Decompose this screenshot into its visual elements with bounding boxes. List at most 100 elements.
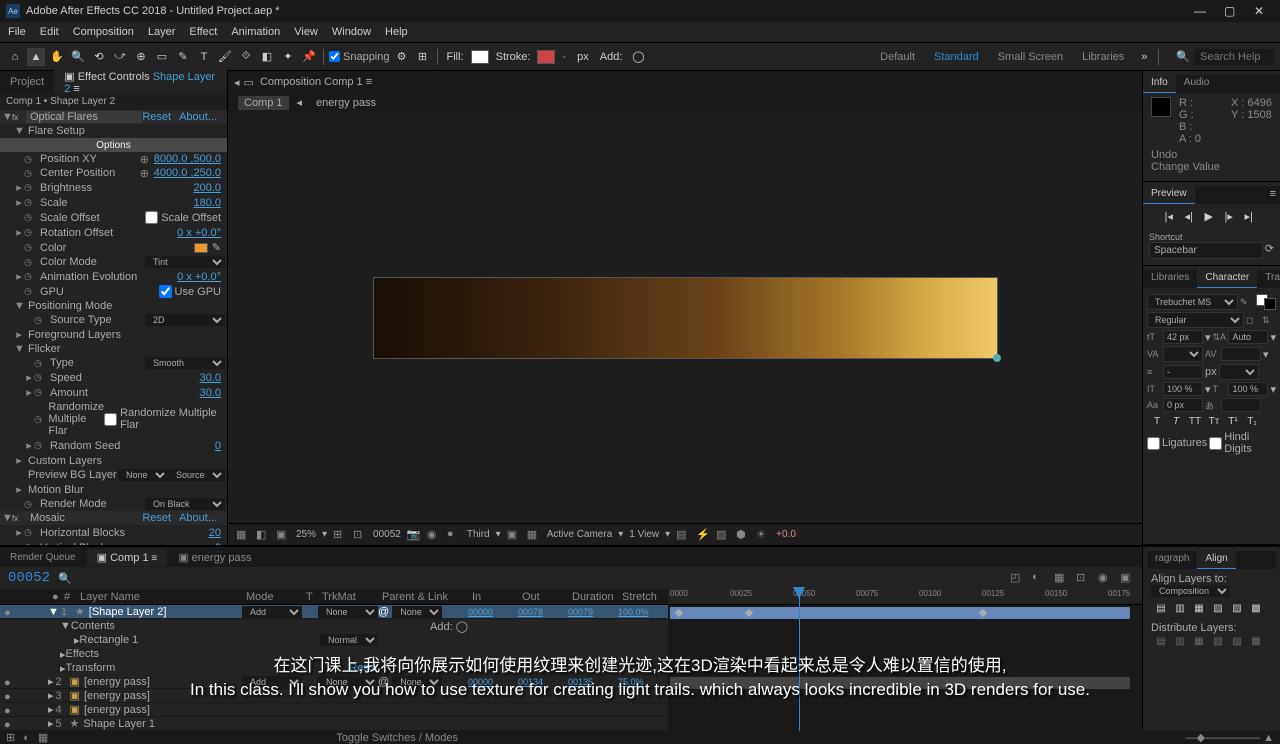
stopwatch-icon[interactable]: ◷ xyxy=(24,168,36,179)
paragraph-tab[interactable]: ragraph xyxy=(1147,551,1197,569)
rotation-offset-value[interactable]: 0 x +0.0° xyxy=(177,227,225,239)
workspace-smallscreen[interactable]: Small Screen xyxy=(990,49,1071,65)
use-gpu-checkbox[interactable] xyxy=(159,285,172,298)
twirl-icon[interactable]: ▸ xyxy=(14,226,24,239)
mask-icon[interactable]: ◧ xyxy=(256,528,270,542)
zoom-tool-icon[interactable]: 🔍 xyxy=(69,48,87,66)
twirl-icon[interactable]: ▸ xyxy=(14,328,24,341)
clone-tool-icon[interactable]: ⟐ xyxy=(237,48,255,66)
in-value[interactable]: 00000 xyxy=(468,607,518,617)
pen-tool-icon[interactable]: ✎ xyxy=(174,48,192,66)
toggle-switches-button[interactable]: Toggle Switches / Modes xyxy=(336,732,458,744)
alpha-icon[interactable]: ▣ xyxy=(276,528,290,542)
scale-value[interactable]: 180.0 xyxy=(193,197,225,209)
hand-tool-icon[interactable]: ✋ xyxy=(48,48,66,66)
font-size-input[interactable] xyxy=(1163,330,1203,344)
preview-tab[interactable]: Preview xyxy=(1143,186,1195,204)
maximize-button[interactable]: ▢ xyxy=(1224,4,1238,18)
workspace-standard[interactable]: Standard xyxy=(926,49,987,65)
refresh-icon[interactable]: ⟳ xyxy=(1265,242,1274,259)
timecode-display[interactable]: 00052 xyxy=(373,529,401,540)
workspace-libraries[interactable]: Libraries xyxy=(1074,49,1132,65)
visibility-icon[interactable]: ● xyxy=(4,691,14,701)
dur-value[interactable]: 00079 xyxy=(568,607,618,617)
animation-evolution-value[interactable]: 0 x +0.0° xyxy=(177,271,225,283)
stopwatch-icon[interactable]: ◷ xyxy=(24,227,36,238)
font-family-select[interactable]: Trebuchet MS xyxy=(1147,294,1238,310)
add-menu-icon[interactable]: ◯ xyxy=(629,48,647,66)
stopwatch-icon[interactable]: ◷ xyxy=(24,257,36,268)
snap-expand-icon[interactable]: ⊞ xyxy=(414,48,432,66)
out-value[interactable]: 00078 xyxy=(518,607,568,617)
stopwatch-icon[interactable]: ◷ xyxy=(24,212,36,223)
stopwatch-icon[interactable]: ◷ xyxy=(34,372,46,383)
mag-icon[interactable]: ▦ xyxy=(236,528,250,542)
menu-animation[interactable]: Animation xyxy=(231,26,280,38)
orbit-tool-icon[interactable]: ⟲ xyxy=(90,48,108,66)
col-duration[interactable]: Duration xyxy=(568,591,618,603)
hindi-checkbox[interactable] xyxy=(1209,437,1222,450)
horizontal-blocks-value[interactable]: 20 xyxy=(209,527,225,539)
viewer[interactable] xyxy=(228,113,1142,523)
brush-tool-icon[interactable]: 🖌 xyxy=(216,48,234,66)
effect-mosaic[interactable]: Mosaic xyxy=(26,512,142,524)
stopwatch-icon[interactable]: ◷ xyxy=(34,440,46,451)
vertical-blocks-value[interactable]: 3 xyxy=(215,542,225,546)
smallcaps-icon[interactable]: Tᴛ xyxy=(1206,416,1222,427)
stopwatch-icon[interactable]: ◷ xyxy=(34,315,46,326)
anchor-tool-icon[interactable]: ⊕ xyxy=(132,48,150,66)
resolution-select[interactable]: Third xyxy=(467,529,490,540)
search-help-input[interactable] xyxy=(1194,49,1274,65)
audio-tab[interactable]: Audio xyxy=(1176,75,1218,93)
layer-name[interactable]: [Shape Layer 2] xyxy=(85,606,242,618)
stroke-width[interactable]: - xyxy=(562,51,566,63)
tl-icon[interactable]: ⊡ xyxy=(1076,571,1090,585)
menu-help[interactable]: Help xyxy=(385,26,408,38)
bottom-icon[interactable]: ⊞ xyxy=(6,731,15,744)
align-target-select[interactable]: Composition xyxy=(1151,585,1230,597)
project-tab[interactable]: Project xyxy=(0,73,54,91)
layer-name[interactable]: Shape Layer 1 xyxy=(79,718,668,730)
flicker-amount-value[interactable]: 30.0 xyxy=(200,387,225,399)
twirl-icon[interactable]: ▼ xyxy=(48,606,59,618)
transform-handle[interactable] xyxy=(993,354,1001,362)
twirl-icon[interactable]: ▼ xyxy=(14,300,24,312)
rectangle-tool-icon[interactable]: ▭ xyxy=(153,48,171,66)
region-icon[interactable]: ▣ xyxy=(507,528,521,542)
draft3d-icon[interactable]: ▨ xyxy=(716,528,730,542)
menu-effect[interactable]: Effect xyxy=(189,26,217,38)
tsume-input[interactable] xyxy=(1221,398,1261,412)
trkmat-select[interactable]: None xyxy=(318,606,378,618)
stopwatch-icon[interactable]: ◷ xyxy=(34,387,46,398)
tl-icon[interactable]: ◐ xyxy=(1032,571,1046,585)
home-tool-icon[interactable]: ⌂ xyxy=(6,48,24,66)
fx-toggle-icon[interactable]: fx xyxy=(12,113,26,122)
allcaps-icon[interactable]: TT xyxy=(1187,416,1203,427)
effect-optical-flares[interactable]: Optical Flares xyxy=(26,111,142,123)
stopwatch-icon[interactable]: ◷ xyxy=(34,358,46,369)
twirl-icon[interactable]: ▸ xyxy=(14,270,24,283)
about-link[interactable]: About... xyxy=(179,111,225,123)
stroke-width-input[interactable] xyxy=(1163,365,1203,379)
align-vcenter-icon[interactable]: ▨ xyxy=(1229,603,1245,614)
color-swatch[interactable] xyxy=(194,243,208,253)
options-button[interactable]: Options xyxy=(0,138,227,152)
superscript-icon[interactable]: T¹ xyxy=(1225,416,1241,427)
tl-icon[interactable]: ◉ xyxy=(1098,571,1112,585)
renderer-icon[interactable]: ⬢ xyxy=(736,528,750,542)
flicker-type-select[interactable]: Smooth xyxy=(145,357,225,369)
layer-row[interactable]: ● ▼ 1 ★ [Shape Layer 2] Add None @ None … xyxy=(0,605,668,619)
bottom-icon[interactable]: ▦ xyxy=(38,731,48,744)
flicker-speed-value[interactable]: 30.0 xyxy=(200,372,225,384)
color-mgmt-icon[interactable]: ● xyxy=(447,528,461,542)
twirl-icon[interactable]: ▼ xyxy=(60,620,71,632)
tracking-input[interactable] xyxy=(1221,347,1261,361)
align-tab[interactable]: Align xyxy=(1197,551,1235,569)
tree-rectangle[interactable]: ▸ Rectangle 1Normal xyxy=(0,633,668,647)
col-stretch[interactable]: Stretch xyxy=(618,591,668,603)
color-mode-select[interactable]: Tint xyxy=(145,256,225,268)
prev-frame-icon[interactable]: ◂| xyxy=(1185,210,1199,224)
stopwatch-icon[interactable]: ◷ xyxy=(24,182,36,193)
transparency-icon[interactable]: ▦ xyxy=(527,528,541,542)
tl-icon[interactable]: ▣ xyxy=(1120,571,1134,585)
